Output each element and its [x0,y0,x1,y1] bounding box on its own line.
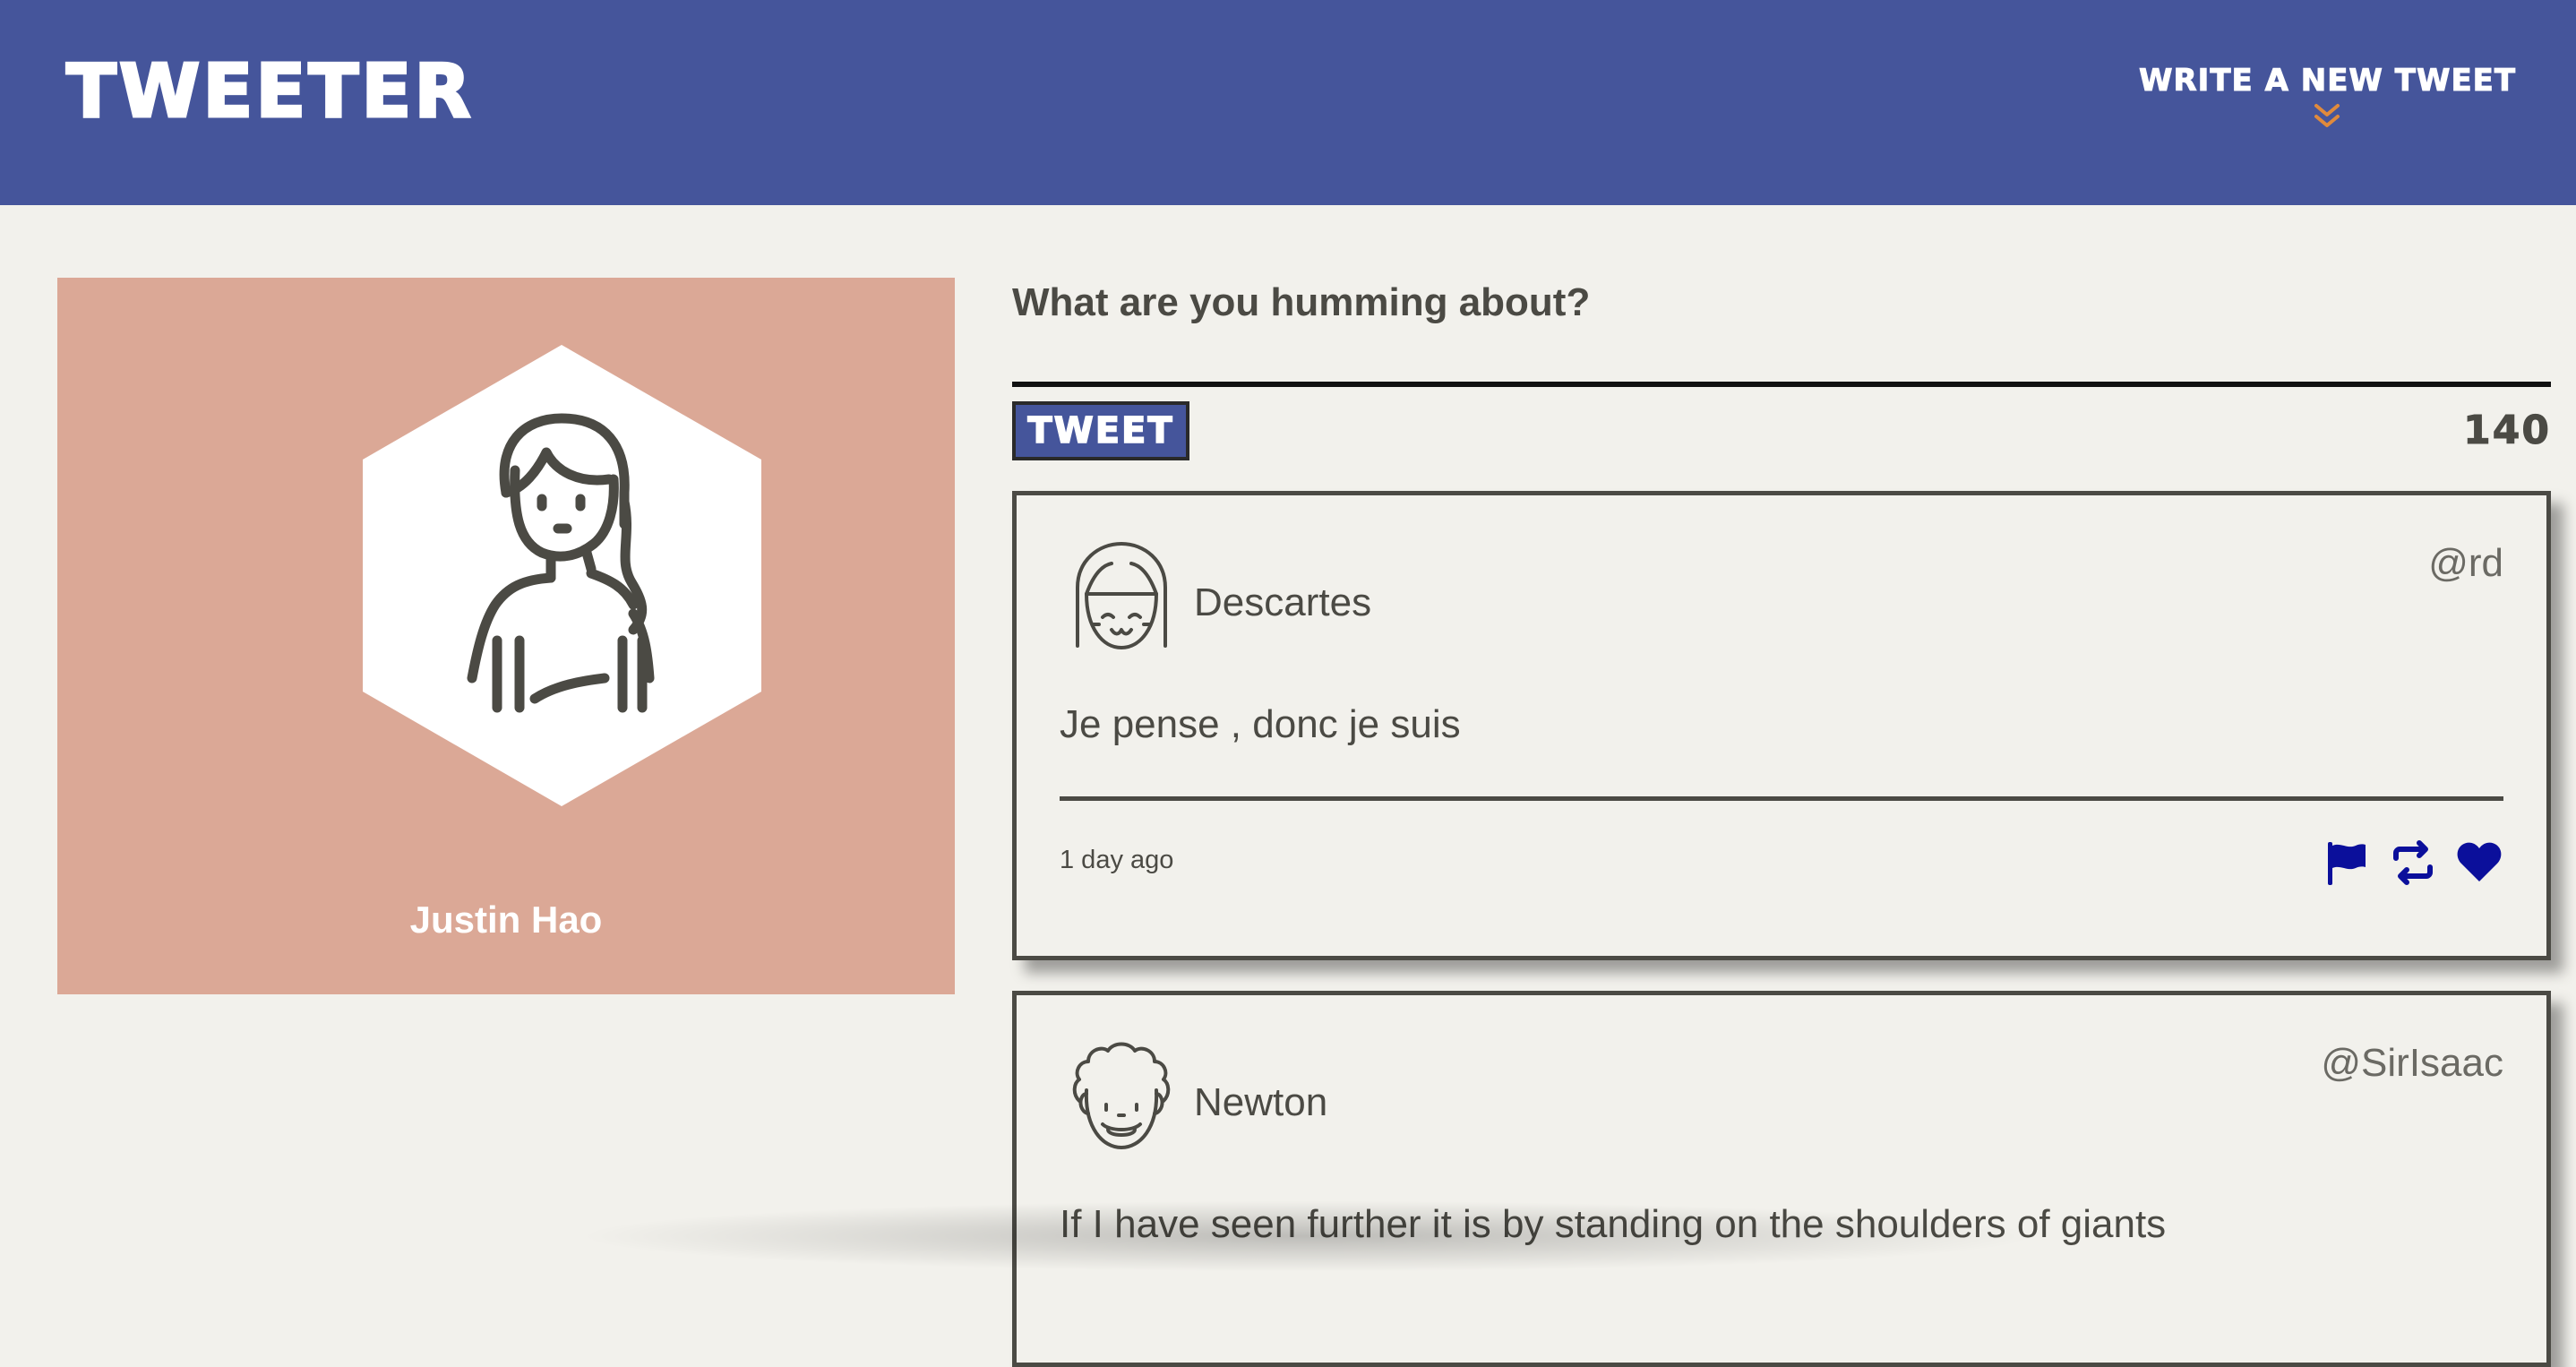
heart-icon[interactable] [2455,838,2503,887]
retweet-icon[interactable] [2389,838,2437,887]
tweet-submit-button[interactable]: TWEET [1012,401,1189,460]
top-navbar: TWEETER WRITE A NEW TWEET [0,0,2576,205]
flag-icon[interactable] [2323,838,2371,887]
curly-hair-avatar-icon [1072,1042,1171,1149]
character-counter: 140 [2463,408,2551,454]
woman-avatar-icon [363,345,761,806]
double-chevron-down-icon [2314,104,2340,128]
main-content: What are you humming about? TWEET 140 De… [1012,269,2551,1367]
girl-bangs-avatar-icon [1076,542,1167,649]
user-profile-card: Justin Hao [57,278,955,994]
profile-name: Justin Hao [409,898,603,941]
tweet-author-handle: @rd [2428,541,2503,585]
tweet-card: Newton @SirIsaac If I have seen further … [1012,991,2551,1367]
brand-logo[interactable]: TWEETER [65,54,474,130]
tweet-actions [2323,836,2503,890]
tweet-timestamp: 1 day ago [1060,846,1174,874]
write-new-tweet-label: WRITE A NEW TWEET [2139,63,2517,99]
tweet-card: Descartes @rd Je pense , donc je suis 1 … [1012,491,2551,960]
tweet-text-input[interactable] [1012,340,2551,387]
tweet-author-handle: @SirIsaac [2321,1041,2503,1085]
tweet-author-name: Newton [1194,1080,1328,1124]
tweet-prompt-label: What are you humming about? [1012,280,1591,324]
tweet-content: If I have seen further it is by standing… [1060,1202,2167,1246]
write-new-tweet-toggle[interactable]: WRITE A NEW TWEET [2139,63,2517,130]
tweet-author-name: Descartes [1194,580,1372,624]
tweet-divider [1060,796,2503,801]
tweet-content: Je pense , donc je suis [1060,702,1461,746]
